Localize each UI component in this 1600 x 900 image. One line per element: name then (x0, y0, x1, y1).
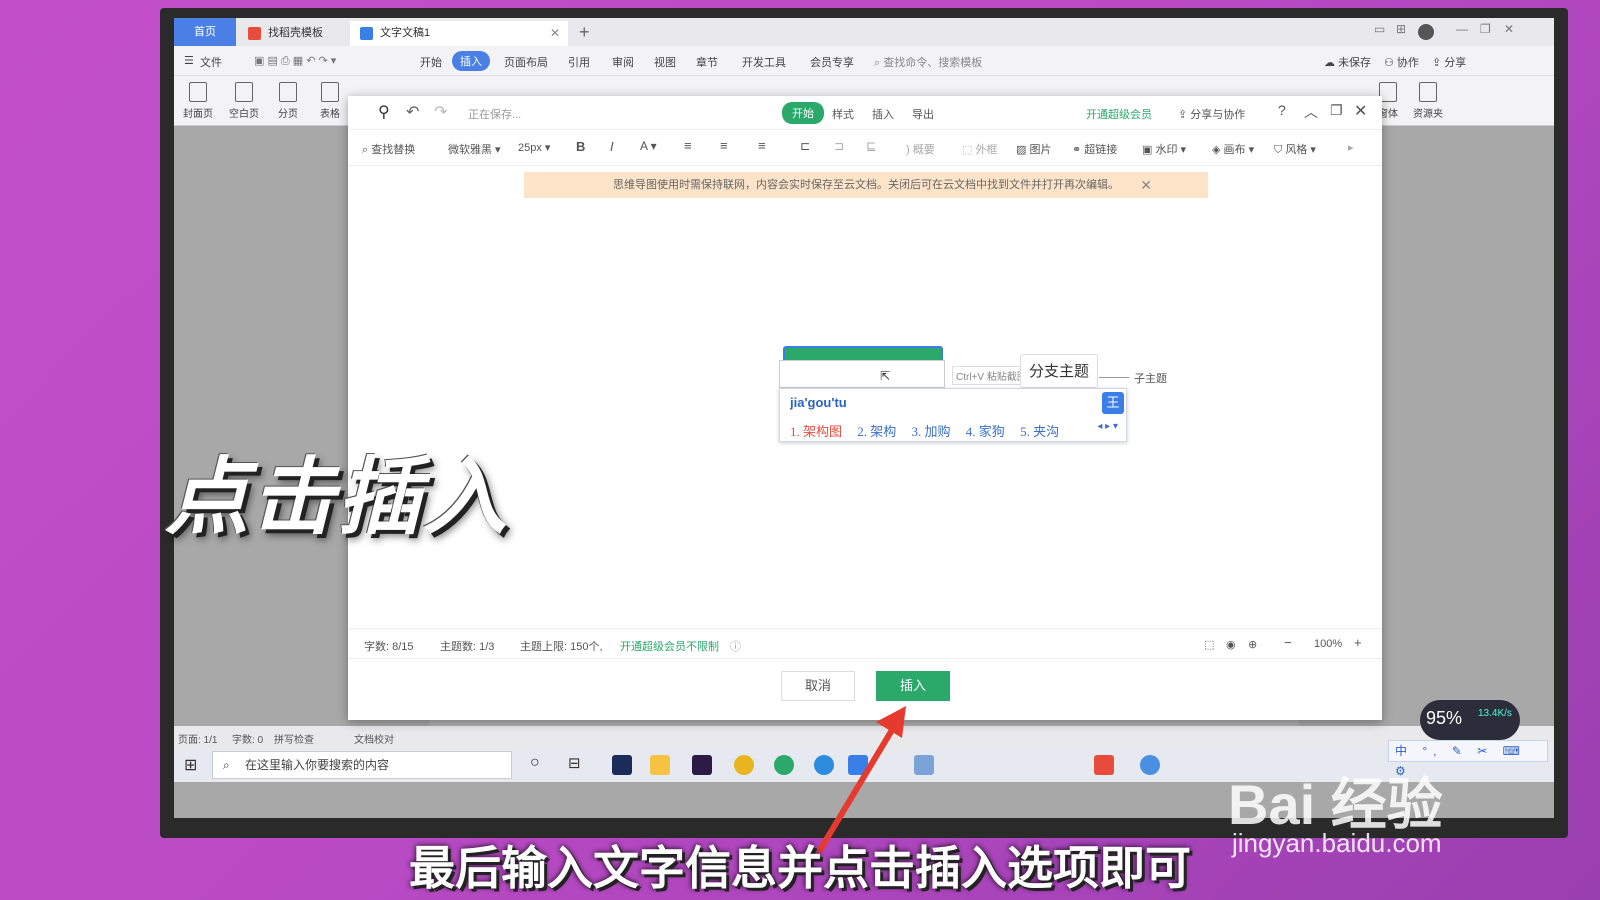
big-caption: 点击插入 (165, 448, 510, 546)
net-speed: 13.4K/s (1478, 708, 1512, 719)
cpu-percent: 95% (1426, 708, 1463, 728)
network-widget: 95% 13.4K/s (1420, 700, 1520, 740)
ime-toolbar[interactable]: 中 °, ✎ ✂ ⌨ ⚙ (1388, 740, 1548, 778)
bottom-caption: 最后输入文字信息并点击插入选项即可 (409, 841, 1191, 895)
